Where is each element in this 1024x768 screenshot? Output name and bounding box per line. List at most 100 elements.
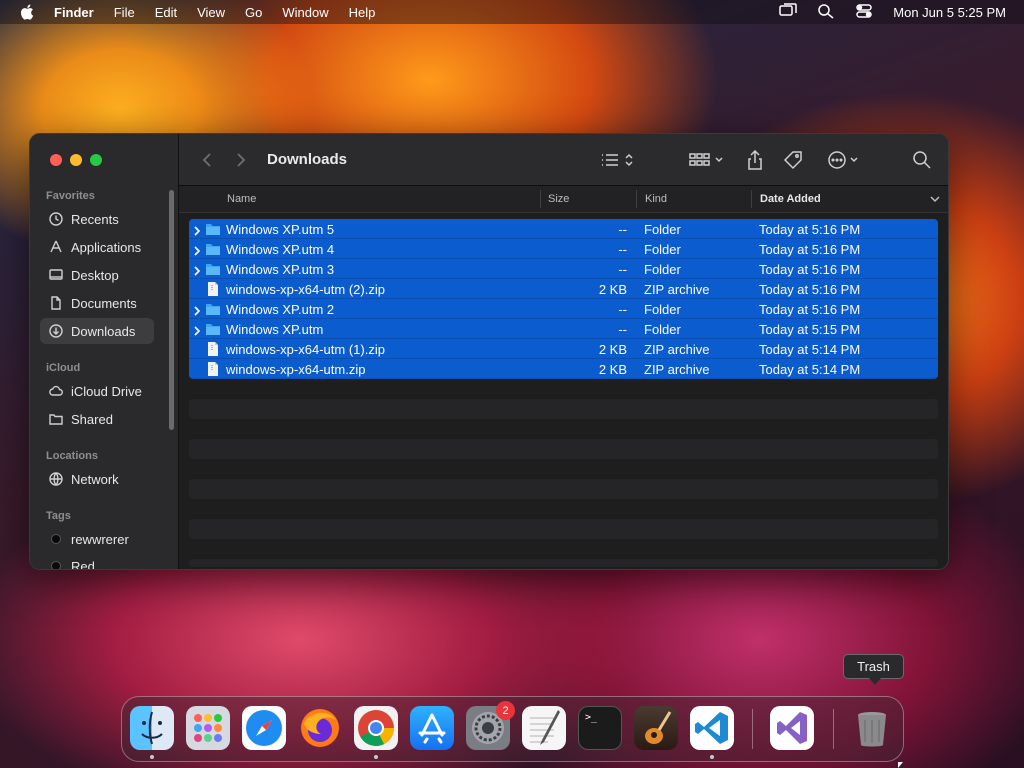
sidebar-section-locations: Locations — [46, 450, 98, 462]
menu-file[interactable]: File — [114, 5, 135, 20]
sidebar-scrollbar[interactable] — [169, 190, 174, 430]
file-row[interactable]: Windows XP.utm 2 -- Folder Today at 5:16 PM — [189, 299, 938, 319]
dock-launchpad-icon[interactable] — [186, 706, 230, 750]
file-row[interactable]: Windows XP.utm 3 -- Folder Today at 5:16 PM — [189, 259, 938, 279]
folder-icon — [205, 242, 221, 256]
file-row[interactable]: windows-xp-x64-utm (1).zip 2 KB ZIP archiv… — [189, 339, 938, 359]
column-header: Name Size Kind Date Added — [179, 186, 948, 213]
zip-file-icon — [205, 282, 221, 296]
sidebar-section-favorites: Favorites — [46, 190, 95, 202]
sidebar-item-label: Shared — [71, 411, 113, 427]
dock-garageband-icon[interactable] — [634, 706, 678, 750]
window-title: Downloads — [267, 151, 348, 168]
close-button[interactable] — [50, 154, 62, 166]
menu-help[interactable]: Help — [349, 5, 376, 20]
dock-textedit-icon[interactable] — [522, 706, 566, 750]
menu-bar-clock[interactable]: Mon Jun 5 5:25 PM — [893, 5, 1006, 20]
sidebar-item-tag-red[interactable]: Red — [40, 553, 154, 569]
dock-firefox-icon[interactable] — [298, 706, 342, 750]
dock-finder-icon[interactable] — [130, 706, 174, 750]
sidebar-item-tag-rewwrerer[interactable]: rewwrerer — [40, 526, 154, 552]
terminal-prompt: >_ — [585, 712, 598, 723]
file-row[interactable]: windows-xp-x64-utm (2).zip 2 KB ZIP archiv… — [189, 279, 938, 299]
disclosure-chevron-right-icon[interactable] — [193, 224, 202, 236]
dock-app-store-icon[interactable] — [410, 706, 454, 750]
forward-chevron-icon[interactable] — [231, 150, 251, 170]
sidebar-item-desktop[interactable]: Desktop — [40, 262, 154, 288]
sidebar-item-shared[interactable]: Shared — [40, 406, 154, 432]
menu-view[interactable]: View — [197, 5, 225, 20]
disclosure-chevron-right-icon[interactable] — [193, 264, 202, 276]
running-indicator — [374, 755, 378, 759]
menu-go[interactable]: Go — [245, 5, 262, 20]
tag-dot-icon — [48, 558, 64, 569]
file-date-added: Today at 5:16 PM — [759, 262, 861, 277]
back-chevron-icon[interactable] — [197, 150, 217, 170]
file-kind: Folder — [644, 242, 681, 257]
minimize-button[interactable] — [70, 154, 82, 166]
file-kind: Folder — [644, 262, 681, 277]
dock-safari-icon[interactable] — [242, 706, 286, 750]
file-row[interactable]: Windows XP.utm 4 -- Folder Today at 5:16 PM — [189, 239, 938, 259]
disclosure-chevron-right-icon[interactable] — [193, 304, 202, 316]
sidebar-section-icloud: iCloud — [46, 362, 81, 374]
share-icon[interactable] — [746, 149, 764, 171]
globe-icon — [48, 471, 64, 487]
column-header-date-added[interactable]: Date Added — [760, 193, 821, 205]
menu-window[interactable]: Window — [282, 5, 328, 20]
finder-sidebar: Favorites Recents Applications Desktop D… — [30, 134, 179, 569]
folder-icon — [205, 222, 221, 236]
finder-window: Favorites Recents Applications Desktop D… — [29, 133, 949, 570]
sidebar-item-icloud-drive[interactable]: iCloud Drive — [40, 378, 154, 404]
sidebar-item-network[interactable]: Network — [40, 466, 154, 492]
dock-chrome-icon[interactable] — [354, 706, 398, 750]
file-date-added: Today at 5:16 PM — [759, 222, 861, 237]
tag-icon[interactable] — [783, 149, 805, 171]
running-indicator — [150, 755, 154, 759]
file-row[interactable]: windows-xp-x64-utm.zip 2 KB ZIP archive Tod… — [189, 359, 938, 379]
dock-separator — [752, 709, 753, 749]
zoom-button[interactable] — [90, 154, 102, 166]
sidebar-item-label: Applications — [71, 239, 142, 255]
dock-trash-icon[interactable] — [850, 706, 894, 750]
file-size: -- — [618, 262, 627, 277]
sidebar-item-label: Recents — [71, 211, 119, 227]
file-row[interactable]: Windows XP.utm -- Folder Today at 5:15 PM — [189, 319, 938, 339]
spotlight-search-icon[interactable] — [817, 3, 835, 22]
file-row[interactable]: Windows XP.utm 5 -- Folder Today at 5:16 PM — [189, 219, 938, 239]
empty-row — [189, 479, 938, 499]
menu-edit[interactable]: Edit — [155, 5, 177, 20]
sidebar-item-label: iCloud Drive — [71, 383, 142, 399]
column-header-size[interactable]: Size — [548, 193, 569, 205]
column-separator — [751, 190, 752, 208]
control-center-icon[interactable] — [855, 3, 873, 22]
sort-chevron-down-icon[interactable] — [930, 194, 940, 207]
screen-mirroring-icon[interactable] — [779, 2, 798, 22]
zip-file-icon — [205, 362, 221, 376]
dock-terminal-icon[interactable]: >_ — [578, 706, 622, 750]
sidebar-item-downloads[interactable]: Downloads — [40, 318, 154, 344]
file-date-added: Today at 5:14 PM — [759, 342, 861, 357]
group-by-icon[interactable] — [689, 149, 725, 171]
folder-icon — [205, 262, 221, 276]
list-view-icon[interactable] — [600, 149, 636, 171]
apple-menu-icon[interactable] — [19, 4, 35, 20]
dock: 2 >_ — [121, 696, 904, 762]
dock-vscode-icon[interactable] — [690, 706, 734, 750]
sidebar-item-documents[interactable]: Documents — [40, 290, 154, 316]
disclosure-chevron-right-icon[interactable] — [193, 324, 202, 336]
file-kind: Folder — [644, 302, 681, 317]
sidebar-item-recents[interactable]: Recents — [40, 206, 154, 232]
column-header-kind[interactable]: Kind — [645, 193, 667, 205]
disclosure-chevron-right-icon[interactable] — [193, 244, 202, 256]
dock-visual-studio-icon[interactable] — [770, 706, 814, 750]
empty-row — [189, 399, 938, 419]
column-header-name[interactable]: Name — [227, 193, 256, 205]
sidebar-item-label: Desktop — [71, 267, 119, 283]
search-icon[interactable] — [912, 149, 932, 171]
file-list: Windows XP.utm 5 -- Folder Today at 5:16 PM… — [189, 219, 938, 379]
sidebar-item-applications[interactable]: Applications — [40, 234, 154, 260]
download-icon — [48, 323, 64, 339]
menu-app-finder[interactable]: Finder — [54, 5, 94, 20]
more-actions-icon[interactable] — [827, 149, 863, 171]
